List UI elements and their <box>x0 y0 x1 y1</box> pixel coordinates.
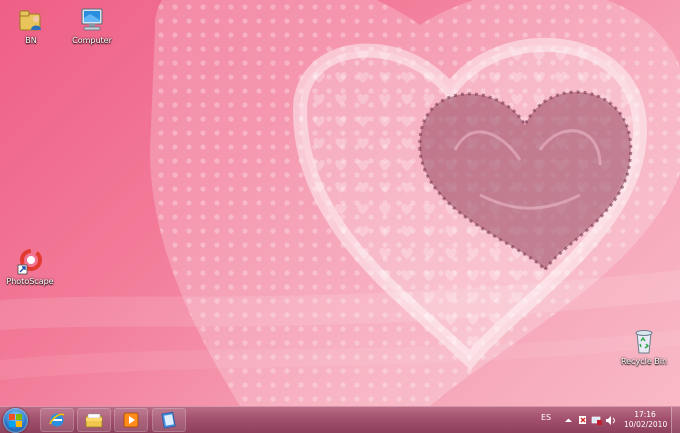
action-center-icon[interactable] <box>577 415 588 426</box>
media-player-icon <box>123 412 139 428</box>
computer-icon <box>81 8 103 31</box>
wallpaper-lace-heart <box>0 0 680 406</box>
taskbar: ES 17:16 10/02/2010 <box>0 406 680 433</box>
network-icon[interactable] <box>591 415 602 426</box>
desktop-icon-bn[interactable]: BN <box>3 6 59 46</box>
windows-start-icon <box>9 414 22 427</box>
volume-icon[interactable] <box>605 415 616 426</box>
desktop-icon-label: PhotoScape <box>6 277 54 286</box>
recycle-bin-icon <box>635 330 653 354</box>
desktop: BN Computer PhotoScape Recycle Bin <box>0 0 680 406</box>
taskbar-notepad[interactable] <box>152 408 186 432</box>
clock-date: 10/02/2010 <box>624 420 668 429</box>
file-explorer-icon <box>85 413 103 428</box>
internet-explorer-icon <box>49 413 65 427</box>
clock[interactable]: 17:16 10/02/2010 <box>624 410 668 430</box>
desktop-icon-label: BN <box>25 36 37 45</box>
show-desktop-button[interactable] <box>671 407 680 433</box>
desktop-icon-label: Computer <box>72 36 112 45</box>
language-indicator[interactable]: ES <box>541 413 551 422</box>
desktop-icon-label: Recycle Bin <box>620 357 668 366</box>
show-hidden-icons-arrow-icon[interactable] <box>563 415 574 426</box>
taskbar-file-explorer[interactable] <box>77 408 111 432</box>
user-folder-icon <box>19 10 41 31</box>
photoscape-icon <box>17 249 42 275</box>
taskbar-media-player[interactable] <box>114 408 148 432</box>
desktop-icon-computer[interactable]: Computer <box>64 6 120 46</box>
start-button[interactable] <box>3 408 28 433</box>
notepad-icon <box>161 411 176 429</box>
desktop-icon-recycle-bin[interactable]: Recycle Bin <box>616 327 672 367</box>
clock-time: 17:16 <box>634 410 656 419</box>
desktop-icon-photoscape[interactable]: PhotoScape <box>2 247 58 287</box>
taskbar-internet-explorer[interactable] <box>40 408 74 432</box>
